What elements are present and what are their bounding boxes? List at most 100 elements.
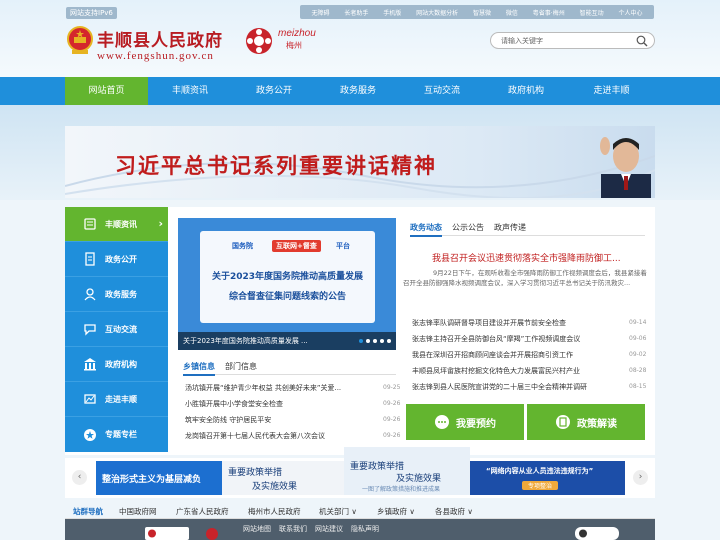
nav-gov-service[interactable]: 政务服务 [316,77,400,105]
promo-next-button[interactable]: › [633,470,648,485]
chat-icon [84,324,96,336]
promo-reduce-burden[interactable]: 整治形式主义为基层减负 [96,461,222,495]
smart-micro-link[interactable]: 智慧微 [473,8,491,17]
township-tabs: 乡镇信息 部门信息 [183,361,396,376]
search-placeholder: 请输入关键字 [501,37,543,45]
promo-prev-button[interactable]: ‹ [72,470,87,485]
carousel-dot[interactable] [387,339,391,343]
promo-partial[interactable] [610,461,625,495]
link-meizhou-gov[interactable]: 梅州市人民政府 [248,506,301,517]
carousel-image-line: 关于2023年度国务院推动高质量发展 [211,272,364,282]
tab-township-info[interactable]: 乡镇信息 [183,361,215,376]
promo-text: 专项整治 [522,481,559,490]
sidebar-item-fengshun-news[interactable]: 丰顺资讯 › [65,207,168,242]
national-emblem-icon [67,26,93,54]
site-group-label: 站群导航 [73,507,103,516]
chevron-down-icon: ∨ [409,507,415,516]
tab-gov-dynamics[interactable]: 政务动态 [410,222,442,237]
carousel-dot[interactable] [359,339,363,343]
nav-about-fengshun[interactable]: 走进丰顺 [568,77,655,105]
sidebar-item-about-fengshun[interactable]: 走进丰顺 [65,382,168,417]
carousel-image: 国务院 互联网+督查 平台 关于2023年度国务院推动高质量发展 综合督查征集问… [200,231,375,323]
nav-fengshun-news[interactable]: 丰顺资讯 [148,77,232,105]
footer-suggestion-link[interactable]: 网站建议 [315,524,343,534]
carousel-dot[interactable] [380,339,384,343]
link-guangdong-gov[interactable]: 广东省人民政府 [176,506,229,517]
township-news-item[interactable]: 筑牢安全防线 守护居民平安 [185,415,373,428]
promo-text: “网络内容从业人员违法违规行为” [486,467,594,475]
search-icon[interactable] [636,35,648,47]
sidebar-item-gov-agencies[interactable]: 政府机构 [65,347,168,382]
nav-gov-agencies[interactable]: 政府机构 [484,77,568,105]
headline-summary: 9月22日下午，在观听收看全市强降雨防御工作视频调度会后，我县紧接着召开全县防御… [403,269,647,287]
make-appointment-button[interactable]: 我要预约 [406,404,524,440]
gov-site-badge-icon[interactable] [145,527,189,540]
tab-public-notice[interactable]: 公示公告 [452,222,484,233]
promo-network-rectification[interactable]: “网络内容从业人员违法违规行为” 专项整治 [470,461,610,495]
select-counties[interactable]: 各县政府 ∨ [435,506,473,517]
carousel-caption-bar: 关于2023年度国务院推动高质量发展 ... [178,332,396,350]
nav-interaction[interactable]: 互动交流 [400,77,484,105]
township-news-item[interactable]: 汤坑镇开展“维护青少年权益 共创美好未来”关爱... [185,383,373,396]
document-icon [85,252,95,266]
site-analytics-link[interactable]: 网站大数据分析 [416,8,458,17]
mobile-version-link[interactable]: 手机版 [383,8,401,17]
ipv6-badge: 网站支持IPv6 [66,7,117,19]
policy-doc-icon [556,415,570,429]
button-label: 我要预约 [456,418,496,430]
tab-department-info[interactable]: 部门信息 [225,361,257,372]
township-news-item[interactable]: 龙岗镇召开第十七届人民代表大会第八次会议 [185,431,373,444]
policy-interpretation-button[interactable]: 政策解读 [527,404,645,440]
sidebar-item-label: 政务公开 [105,254,137,264]
promo-policy-measures[interactable]: 重要政策举措 及实施效果 [222,461,344,495]
tab-gov-voice[interactable]: 政声传递 [494,222,526,233]
yueshengshi-link[interactable]: 粤省事·梅州 [533,8,565,17]
nav-gov-open[interactable]: 政务公开 [232,77,316,105]
gov-news-item[interactable]: 张志锋主持召开全县防御台风“摩羯”工作视频调度会议 [412,334,622,347]
gov-news-item[interactable]: 张志锋到县人民医院宣讲党的二十届三中全会精神并调研 [412,382,622,395]
news-date: 09-26 [383,400,401,407]
footer-sitemap-link[interactable]: 网站地图 [243,524,271,534]
accessibility-badge-icon[interactable] [575,527,619,540]
xi-speech-banner[interactable]: 习近平总书记系列重要讲话精神 [65,126,655,198]
sidebar-item-label: 政府机构 [105,359,137,369]
carousel-dots [359,339,391,343]
select-label: 各县政府 [435,507,465,516]
accessibility-link[interactable]: 无障碍 [311,8,329,17]
headline-news[interactable]: 我县召开会议迅速贯彻落实全市强降雨防御工... [432,251,647,264]
sidebar-item-gov-open[interactable]: 政务公开 [65,242,168,277]
gov-news-item[interactable]: 丰顺县凤坪畲族村挖掘文化特色大力发展富民兴村产业 [412,366,622,379]
township-news-item[interactable]: 小胜镇开展中小学食堂安全检查 [185,399,373,412]
sidebar-item-label: 专题专栏 [105,430,137,439]
news-date: 09-14 [629,319,647,326]
promo-policy-effects[interactable]: 重要政策举措 及实施效果 一图了解政策措施和推进成果 [344,447,470,495]
select-agencies[interactable]: 机关部门 ∨ [319,506,357,517]
footer-contact-link[interactable]: 联系我们 [279,524,307,534]
gov-news-item[interactable]: 我县在深圳召开招商顾问座谈会并开展招商引资工作 [412,350,622,363]
smart-interaction-link[interactable]: 智能互动 [580,8,604,17]
chevron-down-icon: ∨ [467,507,473,516]
meizhou-logo-icon [246,28,272,54]
gov-news-tabs: 政务动态 公示公告 政声传递 [410,222,645,237]
link-china-gov[interactable]: 中国政府网 [119,506,157,517]
select-townships[interactable]: 乡镇政府 ∨ [377,506,415,517]
sidebar-item-interaction[interactable]: 互动交流 [65,312,168,347]
sidebar-item-special-topics[interactable]: 专题专栏 [65,417,168,452]
sidebar-item-gov-service[interactable]: 政务服务 [65,277,168,312]
chevron-down-icon: ∨ [351,507,357,516]
news-icon [84,218,96,230]
promo-text: 及实施效果 [252,482,298,492]
nav-home[interactable]: 网站首页 [65,77,148,105]
elder-mode-link[interactable]: 长者助手 [344,8,368,17]
search-input[interactable]: 请输入关键字 [490,32,655,49]
news-carousel[interactable]: 国务院 互联网+督查 平台 关于2023年度国务院推动高质量发展 综合督查征集问… [178,218,396,350]
carousel-image-line: 综合督查征集问题线索的公告 [228,292,346,302]
carousel-caption[interactable]: 关于2023年度国务院推动高质量发展 ... [183,336,308,346]
personal-center-link[interactable]: 个人中心 [618,8,642,17]
wechat-link[interactable]: 微信 [506,8,518,17]
site-title[interactable]: 丰顺县人民政府 [97,26,223,51]
footer-privacy-link[interactable]: 隐私声明 [351,524,379,534]
carousel-dot[interactable] [373,339,377,343]
gov-news-item[interactable]: 张志锋率队调研督导项目建设并开展节前安全检查 [412,318,622,331]
carousel-dot[interactable] [366,339,370,343]
